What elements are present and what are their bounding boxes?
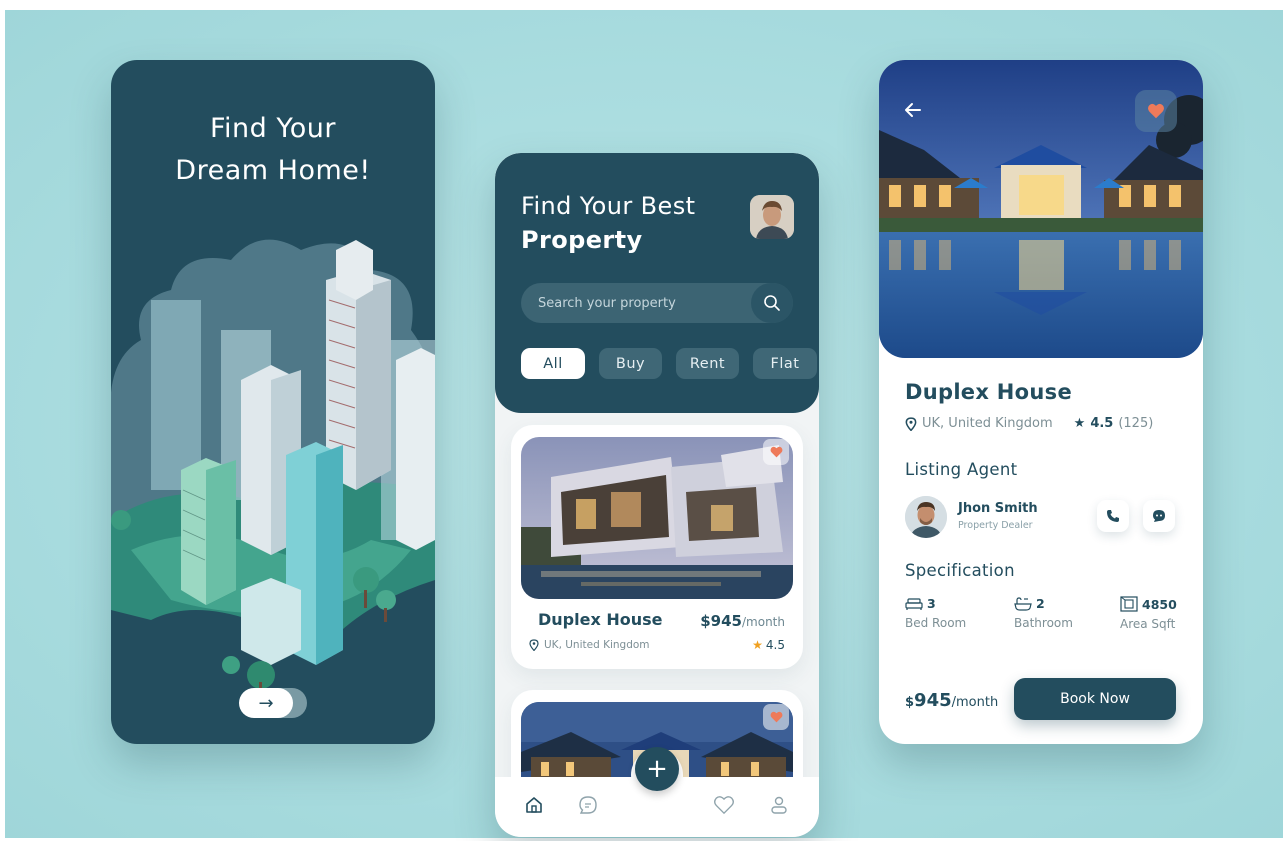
back-button[interactable] — [901, 98, 925, 122]
filter-tabs: All Buy Rent Flat — [521, 348, 817, 379]
chat-icon — [579, 796, 597, 814]
location-pin-icon — [529, 639, 539, 651]
detail-price: $945/month — [905, 690, 998, 711]
favorite-button[interactable] — [1135, 90, 1177, 132]
book-now-button[interactable]: Book Now — [1014, 678, 1176, 720]
search-button[interactable] — [751, 283, 793, 323]
heart-icon — [770, 711, 782, 723]
favorite-button[interactable] — [763, 439, 789, 465]
tab-buy[interactable]: Buy — [599, 348, 662, 379]
agent-role: Property Dealer — [958, 520, 1033, 531]
bed-icon — [905, 597, 923, 610]
call-agent-button[interactable] — [1097, 500, 1129, 532]
star-icon: ★ — [752, 638, 763, 652]
rating-value: 4.5 — [765, 638, 785, 652]
rating-value: 4.5 — [1090, 416, 1114, 431]
user-avatar[interactable] — [750, 195, 794, 239]
city-illustration — [111, 239, 435, 690]
add-property-button[interactable]: + — [635, 747, 679, 791]
home-title-bold: Property — [521, 226, 643, 254]
review-count: (125) — [1118, 416, 1154, 431]
agent-name: Jhon Smith — [958, 501, 1038, 516]
location-text: UK, United Kingdom — [922, 416, 1053, 431]
property-price: $945/month — [700, 612, 785, 630]
bedrooms-label: Bed Room — [905, 616, 967, 630]
bathrooms-label: Bathroom — [1014, 616, 1073, 630]
tab-flat[interactable]: Flat — [753, 348, 817, 379]
tab-rent[interactable]: Rent — [676, 348, 739, 379]
heart-icon — [714, 796, 734, 815]
property-detail-screen: Duplex House UK, United Kingdom ★ 4.5 (1… — [879, 60, 1203, 744]
price-period: /month — [951, 695, 999, 710]
onboarding-title-line1: Find Your — [209, 113, 337, 144]
onboarding-title: Find Your Dream Home! — [111, 108, 435, 192]
nav-profile[interactable] — [767, 793, 791, 817]
property-rating: ★ 4.5 — [752, 638, 785, 652]
spec-bedrooms-value-row: 3 — [905, 596, 966, 611]
home-title-light: Find Your Best — [521, 192, 696, 220]
specification-heading: Specification — [905, 561, 1015, 580]
search-bar — [521, 283, 793, 323]
price-currency: $ — [905, 695, 915, 710]
property-card[interactable]: Duplex House $945/month UK, United Kingd… — [511, 425, 803, 669]
plus-icon: + — [646, 754, 668, 784]
arrow-left-icon — [905, 103, 921, 117]
price-amount: 945 — [914, 690, 952, 711]
property-image — [521, 437, 793, 599]
heart-icon — [1148, 103, 1164, 119]
favorite-button[interactable] — [763, 704, 789, 730]
modern-house-image — [521, 437, 793, 599]
star-icon: ★ — [1073, 416, 1086, 431]
heart-icon — [770, 446, 782, 458]
area-value: 4850 — [1142, 596, 1177, 612]
home-icon — [526, 797, 542, 813]
search-icon — [764, 295, 780, 311]
spec-bathrooms-value-row: 2 — [1014, 596, 1073, 611]
nav-home[interactable] — [522, 793, 546, 817]
home-screen: Find Your Best Property Search your prop… — [495, 153, 819, 837]
user-avatar-image — [750, 195, 794, 239]
nav-favorites[interactable] — [712, 793, 736, 817]
tab-all[interactable]: All — [521, 348, 585, 379]
agent-avatar[interactable] — [905, 496, 947, 538]
phone-icon — [1107, 510, 1119, 522]
price-period: /month — [742, 615, 785, 629]
property-name: Duplex House — [538, 610, 663, 629]
bathrooms-value: 2 — [1036, 596, 1045, 611]
property-meta: UK, United Kingdom ★ 4.5 (125) — [905, 416, 1153, 431]
property-title: Duplex House — [905, 380, 1073, 404]
price-amount: $945 — [700, 612, 742, 630]
showcase-background: Find Your Dream Home! → Find Your Best P… — [5, 10, 1283, 838]
nav-chat[interactable] — [576, 793, 600, 817]
area-icon — [1120, 596, 1138, 612]
onboarding-title-line2: Dream Home! — [175, 155, 371, 186]
bedrooms-value: 3 — [927, 596, 936, 611]
arrow-right-icon: → — [258, 692, 274, 714]
onboarding-screen: Find Your Dream Home! → — [111, 60, 435, 744]
listing-agent-heading: Listing Agent — [905, 460, 1018, 479]
get-started-button[interactable]: → — [239, 688, 293, 718]
area-label: Area Sqft — [1120, 617, 1176, 631]
location-text: UK, United Kingdom — [544, 639, 650, 651]
message-agent-button[interactable] — [1143, 500, 1175, 532]
location-pin-icon — [905, 416, 917, 431]
spec-bedrooms: 3 Bed Room — [905, 596, 966, 630]
profile-icon — [771, 796, 787, 814]
property-location: UK, United Kingdom — [529, 639, 650, 651]
agent-photo — [905, 496, 947, 538]
spec-area: 4850 Area Sqft — [1120, 596, 1177, 631]
home-title: Find Your Best Property — [521, 189, 695, 257]
home-header: Find Your Best Property Search your prop… — [495, 153, 819, 413]
spec-area-value-row: 4850 — [1120, 596, 1177, 612]
bathtub-icon — [1014, 596, 1032, 611]
search-input[interactable] — [521, 295, 747, 311]
spec-bathrooms: 2 Bathroom — [1014, 596, 1073, 630]
chat-icon — [1153, 510, 1165, 522]
